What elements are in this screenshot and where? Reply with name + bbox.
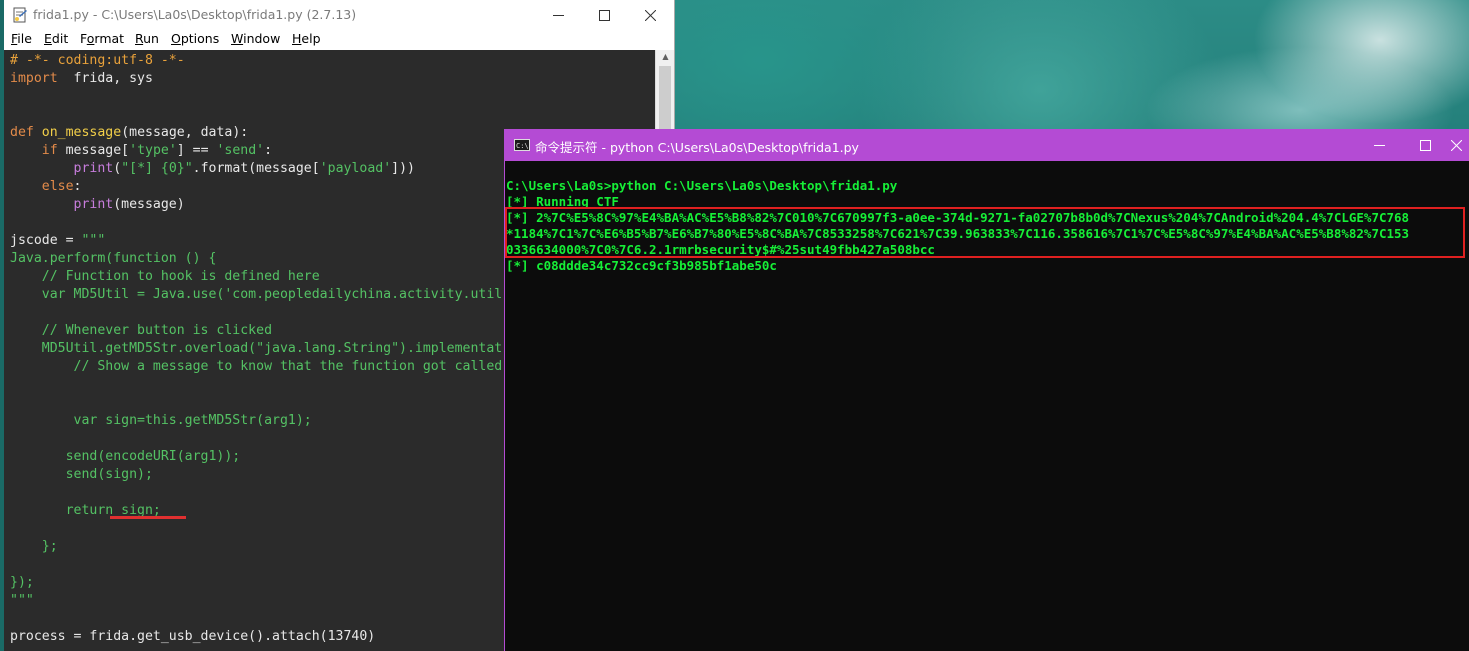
code-line: // Show a message to know that the funct… bbox=[10, 359, 503, 374]
code-line: }); bbox=[10, 575, 34, 590]
code-line: print("[*] {0}".format(message['payload'… bbox=[73, 161, 415, 176]
maximize-button[interactable] bbox=[581, 0, 627, 30]
menu-format[interactable]: Format bbox=[80, 31, 124, 46]
code-line: // Whenever button is clicked bbox=[10, 323, 273, 338]
close-button[interactable] bbox=[627, 0, 673, 30]
code-line: # -*- coding:utf-8 -*- bbox=[10, 53, 185, 68]
code-line: }; bbox=[10, 539, 58, 554]
code-line: var sign=this.getMD5Str(arg1); bbox=[10, 413, 312, 428]
python-file-icon bbox=[13, 7, 27, 23]
scroll-up-arrow-icon[interactable]: ▲ bbox=[656, 50, 674, 64]
menu-edit[interactable]: Edit bbox=[44, 31, 68, 46]
code-line: process = frida.get_usb_device().attach(… bbox=[10, 629, 376, 644]
minimize-icon bbox=[552, 14, 564, 16]
minimize-button[interactable] bbox=[535, 0, 581, 30]
code-line: print(message) bbox=[73, 197, 185, 212]
menu-options[interactable]: Options bbox=[171, 31, 219, 46]
red-highlight-box bbox=[505, 207, 1465, 258]
maximize-icon bbox=[1419, 140, 1431, 151]
source-code[interactable]: # -*- coding:utf-8 -*- import frida, sys… bbox=[10, 52, 502, 646]
code-line: if message['type'] == 'send': bbox=[41, 143, 273, 158]
cmd-close-button[interactable] bbox=[1443, 129, 1469, 161]
code-line: else: bbox=[41, 179, 82, 194]
menu-help[interactable]: Help bbox=[292, 31, 321, 46]
minimize-icon bbox=[1373, 145, 1385, 146]
code-line: """ bbox=[10, 593, 34, 608]
code-line: def on_message(message, data): bbox=[10, 125, 249, 140]
encodeuri-red-underline bbox=[110, 516, 186, 519]
cmd-window[interactable]: C:\ 命令提示符 - python C:\Users\La0s\Desktop… bbox=[504, 129, 1469, 651]
cmd-titlebar[interactable]: C:\ 命令提示符 - python C:\Users\La0s\Desktop… bbox=[505, 129, 1469, 161]
cmd-maximize-button[interactable] bbox=[1402, 129, 1448, 161]
cmd-app-icon: C:\ bbox=[514, 139, 530, 151]
code-line: // Function to hook is defined here bbox=[10, 269, 320, 284]
close-icon bbox=[644, 9, 656, 21]
code-line: MD5Util.getMD5Str.overload("java.lang.St… bbox=[10, 341, 503, 356]
menu-window[interactable]: Window bbox=[231, 31, 280, 46]
menu-run[interactable]: Run bbox=[135, 31, 159, 46]
code-line: var MD5Util = Java.use('com.peopledailyc… bbox=[10, 287, 503, 302]
code-line: send(sign); bbox=[10, 467, 153, 482]
code-line: send(encodeURI(arg1)); bbox=[10, 449, 241, 464]
cmd-minimize-button[interactable] bbox=[1356, 129, 1402, 161]
idle-menubar: File Edit Format Run Options Window Help bbox=[4, 30, 674, 50]
cmd-console-output[interactable]: C:\Users\La0s>python C:\Users\La0s\Deskt… bbox=[505, 161, 1469, 651]
cmd-output-line: [*] c08ddde34c732cc9cf3b985bf1abe50c bbox=[506, 258, 777, 273]
idle-titlebar[interactable]: frida1.py - C:\Users\La0s\Desktop\frida1… bbox=[4, 0, 674, 30]
cmd-prompt-line: C:\Users\La0s>python C:\Users\La0s\Deskt… bbox=[506, 178, 898, 193]
maximize-icon bbox=[598, 9, 610, 21]
code-line: import frida, sys bbox=[10, 71, 153, 86]
cmd-window-title: 命令提示符 - python C:\Users\La0s\Desktop\fri… bbox=[535, 140, 859, 155]
code-line: Java.perform(function () { bbox=[10, 251, 217, 266]
close-icon bbox=[1450, 139, 1463, 152]
code-line: jscode = """ bbox=[10, 233, 106, 248]
menu-file[interactable]: File bbox=[11, 31, 32, 46]
idle-window-title: frida1.py - C:\Users\La0s\Desktop\frida1… bbox=[33, 7, 357, 22]
